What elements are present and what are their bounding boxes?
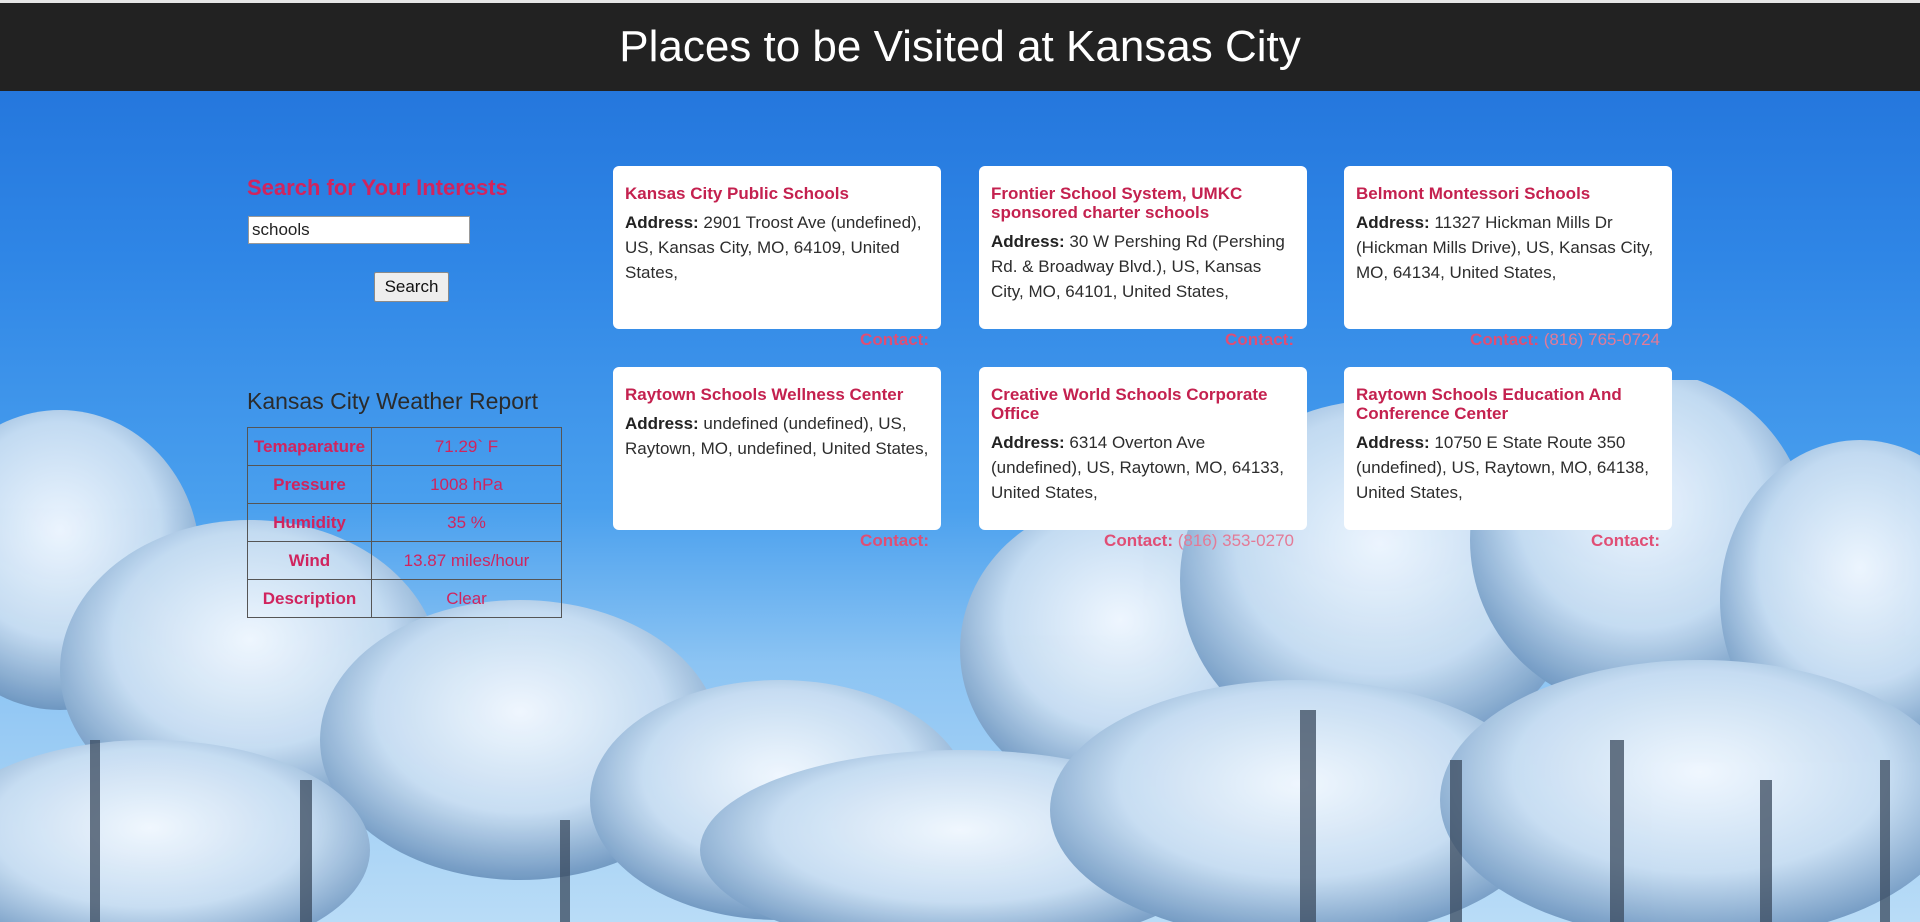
place-card[interactable]: Kansas City Public Schools Address: 2901… — [613, 166, 941, 329]
address-label: Address: — [991, 433, 1065, 452]
place-name: Raytown Schools Wellness Center — [625, 385, 904, 404]
weather-label: Humidity — [247, 503, 372, 542]
search-input[interactable] — [248, 216, 470, 244]
place-contact: Contact: (816) 765-0724 — [1332, 330, 1660, 350]
weather-label: Temaparature — [247, 427, 372, 466]
place-card[interactable]: Raytown Schools Education And Conference… — [1344, 367, 1672, 530]
weather-row: Wind 13.87 miles/hour — [247, 541, 562, 580]
address-label: Address: — [991, 232, 1065, 251]
place-contact: Contact: — [601, 531, 929, 551]
weather-value: Clear — [371, 579, 562, 618]
place-contact: Contact: — [966, 330, 1294, 350]
contact-label: Contact: — [1104, 531, 1173, 550]
weather-row: Description Clear — [247, 579, 562, 618]
place-name: Raytown Schools Education And Conference… — [1356, 385, 1622, 423]
place-name: Kansas City Public Schools — [625, 184, 849, 203]
place-card[interactable]: Frontier School System, UMKC sponsored c… — [979, 166, 1307, 329]
weather-row: Temaparature 71.29` F — [247, 427, 562, 466]
contact-label: Contact: — [860, 531, 929, 550]
place-card[interactable]: Creative World Schools Corporate Office … — [979, 367, 1307, 530]
search-button[interactable]: Search — [374, 272, 449, 302]
place-contact: Contact: — [1332, 531, 1660, 551]
weather-label: Pressure — [247, 465, 372, 504]
place-address: Address: 10750 E State Route 350 (undefi… — [1356, 430, 1660, 505]
weather-value: 13.87 miles/hour — [371, 541, 562, 580]
address-label: Address: — [625, 414, 699, 433]
contact-label: Contact: — [1591, 531, 1660, 550]
weather-value: 1008 hPa — [371, 465, 562, 504]
weather-title: Kansas City Weather Report — [247, 388, 539, 414]
address-label: Address: — [1356, 433, 1430, 452]
place-address: Address: undefined (undefined), US, Rayt… — [625, 411, 929, 461]
place-name: Frontier School System, UMKC sponsored c… — [991, 184, 1243, 222]
weather-label: Wind — [247, 541, 372, 580]
contact-phone[interactable]: (816) 353-0270 — [1178, 531, 1294, 550]
weather-value: 71.29` F — [371, 427, 562, 466]
contact-phone[interactable]: (816) 765-0724 — [1544, 330, 1660, 349]
place-card[interactable]: Belmont Montessori Schools Address: 1132… — [1344, 166, 1672, 329]
page-header: Places to be Visited at Kansas City — [0, 3, 1920, 91]
contact-label: Contact: — [860, 330, 929, 349]
search-title: Search for Your Interests — [247, 175, 508, 200]
address-label: Address: — [625, 213, 699, 232]
place-card[interactable]: Raytown Schools Wellness Center Address:… — [613, 367, 941, 530]
place-address: Address: 6314 Overton Ave (undefined), U… — [991, 430, 1295, 505]
weather-table: Temaparature 71.29` F Pressure 1008 hPa … — [247, 427, 562, 618]
place-contact: Contact: (816) 353-0270 — [966, 531, 1294, 551]
weather-row: Humidity 35 % — [247, 503, 562, 542]
contact-label: Contact: — [1470, 330, 1539, 349]
place-contact: Contact: — [601, 330, 929, 350]
contact-label: Contact: — [1225, 330, 1294, 349]
place-address: Address: 11327 Hickman Mills Dr (Hickman… — [1356, 210, 1660, 285]
place-name: Creative World Schools Corporate Office — [991, 385, 1268, 423]
address-label: Address: — [1356, 213, 1430, 232]
page-title: Places to be Visited at Kansas City — [619, 22, 1301, 71]
place-name: Belmont Montessori Schools — [1356, 184, 1591, 203]
place-address: Address: 2901 Troost Ave (undefined), US… — [625, 210, 929, 285]
weather-row: Pressure 1008 hPa — [247, 465, 562, 504]
weather-label: Description — [247, 579, 372, 618]
weather-value: 35 % — [371, 503, 562, 542]
place-address: Address: 30 W Pershing Rd (Pershing Rd. … — [991, 229, 1295, 304]
